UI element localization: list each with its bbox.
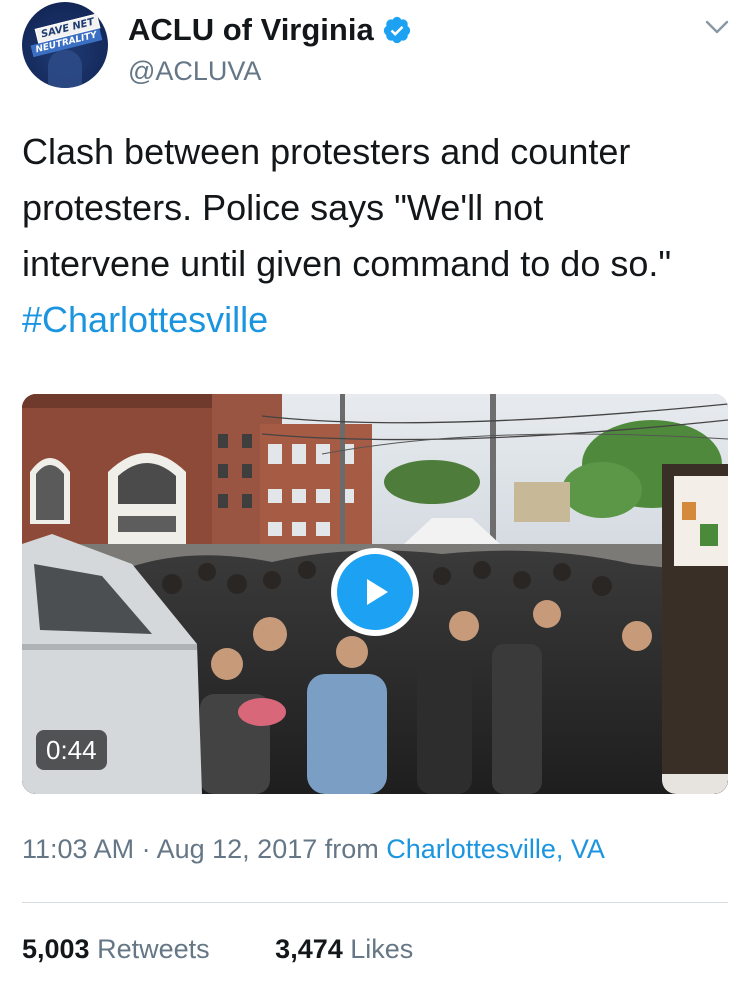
retweets-label: Retweets <box>97 934 210 964</box>
tweet: SAVE NET NEUTRALITY ACLU of Virginia @AC… <box>0 0 750 990</box>
tweet-stats: 5,003 Retweets 3,474 Likes <box>22 934 413 965</box>
tweet-text: Clash between protesters and counter pro… <box>22 124 722 348</box>
tweet-time: 11:03 AM <box>22 834 135 864</box>
tweet-date: Aug 12, 2017 <box>156 834 318 864</box>
chevron-down-icon[interactable] <box>702 12 732 42</box>
likes-label: Likes <box>350 934 414 964</box>
retweets-count: 5,003 <box>22 934 90 964</box>
tweet-meta: 11:03 AM · Aug 12, 2017 from Charlottesv… <box>22 834 605 865</box>
play-button-circle <box>337 554 413 630</box>
play-button[interactable] <box>331 548 419 636</box>
retweets-stat[interactable]: 5,003 Retweets <box>22 934 210 965</box>
avatar[interactable]: SAVE NET NEUTRALITY <box>22 2 108 88</box>
tweet-text-line: Clash between protesters and counter <box>22 131 631 172</box>
divider <box>22 902 728 903</box>
location-link[interactable]: Charlottesville, VA <box>386 834 605 864</box>
display-name[interactable]: ACLU of Virginia <box>128 12 374 48</box>
hashtag-link[interactable]: #Charlottesville <box>22 292 722 348</box>
verified-badge-icon <box>383 16 410 44</box>
tweet-text-line: intervene until given command to do so." <box>22 243 672 284</box>
avatar-banner: SAVE NET NEUTRALITY <box>27 13 103 64</box>
likes-count: 3,474 <box>275 934 343 964</box>
play-icon <box>367 579 388 605</box>
author-name-row[interactable]: ACLU of Virginia <box>128 10 412 50</box>
video-player[interactable]: 0:44 <box>22 394 728 794</box>
meta-from-label: from <box>317 834 387 864</box>
likes-stat[interactable]: 3,474 Likes <box>275 934 413 965</box>
tweet-text-line: protesters. Police says "We'll not <box>22 187 544 228</box>
meta-separator: · <box>134 834 157 864</box>
video-duration-badge: 0:44 <box>36 730 107 770</box>
author-handle[interactable]: @ACLUVA <box>128 56 261 87</box>
